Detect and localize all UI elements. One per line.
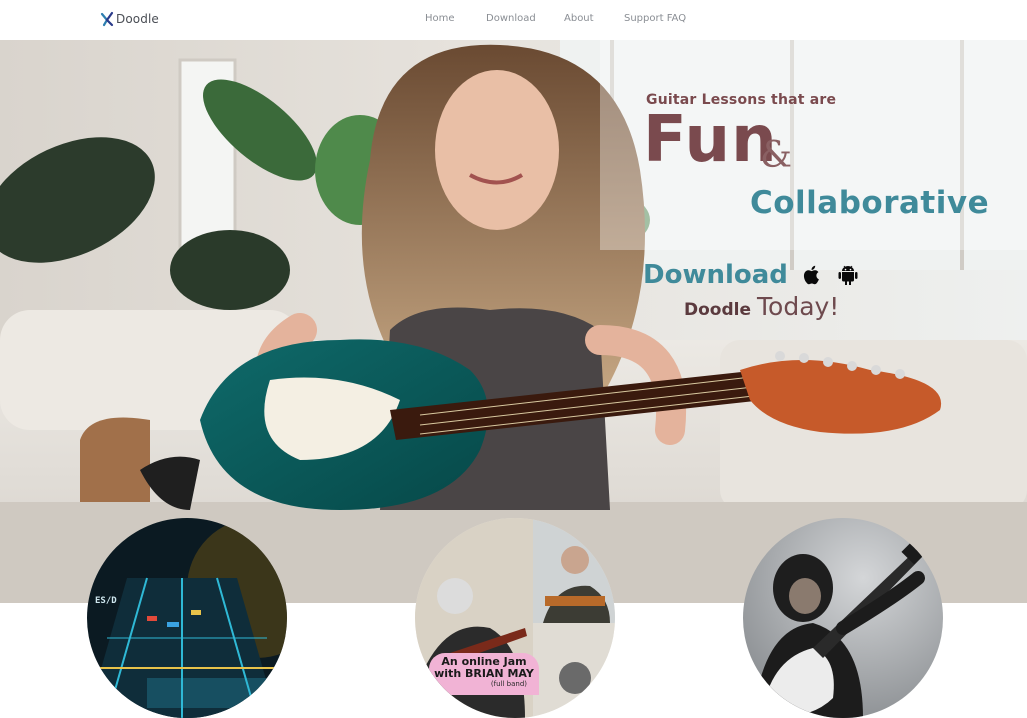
android-icon[interactable] <box>836 263 860 287</box>
feature-card-game[interactable]: ES/D <box>87 518 287 718</box>
jam-caption-line3: (full band) <box>490 680 527 688</box>
chimp-guitar-photo <box>743 518 943 718</box>
nav-links: Home Download About Support FAQ <box>0 13 1027 29</box>
feature-card-chimp[interactable] <box>743 518 943 718</box>
nav-link-support-faq[interactable]: Support FAQ <box>624 13 686 24</box>
nav-link-download[interactable]: Download <box>486 13 536 24</box>
today-brand: Doodle <box>684 300 751 320</box>
nav-link-about[interactable]: About <box>564 13 594 24</box>
game-screenshot <box>87 518 287 718</box>
jam-caption: An online Jam with BRIAN MAY (full band) <box>429 653 539 695</box>
hero-ampersand: & <box>760 135 793 176</box>
download-today-line: Doodle Today! <box>684 292 839 321</box>
today-word: Today! <box>757 292 840 321</box>
apple-icon[interactable] <box>800 263 824 287</box>
jam-caption-line2: with BRIAN MAY <box>434 667 534 680</box>
hero-word-collaborative: Collaborative <box>750 185 990 221</box>
nav-link-home[interactable]: Home <box>425 13 455 24</box>
download-word: Download <box>643 260 788 290</box>
feature-card-jam[interactable]: An online Jam with BRIAN MAY (full band) <box>415 518 615 718</box>
download-cta[interactable]: Download <box>643 262 860 288</box>
game-hud-label: ES/D <box>95 596 117 606</box>
hero-word-fun: Fun <box>643 103 778 177</box>
top-navbar: Doodle Home Download About Support FAQ <box>0 0 1027 40</box>
